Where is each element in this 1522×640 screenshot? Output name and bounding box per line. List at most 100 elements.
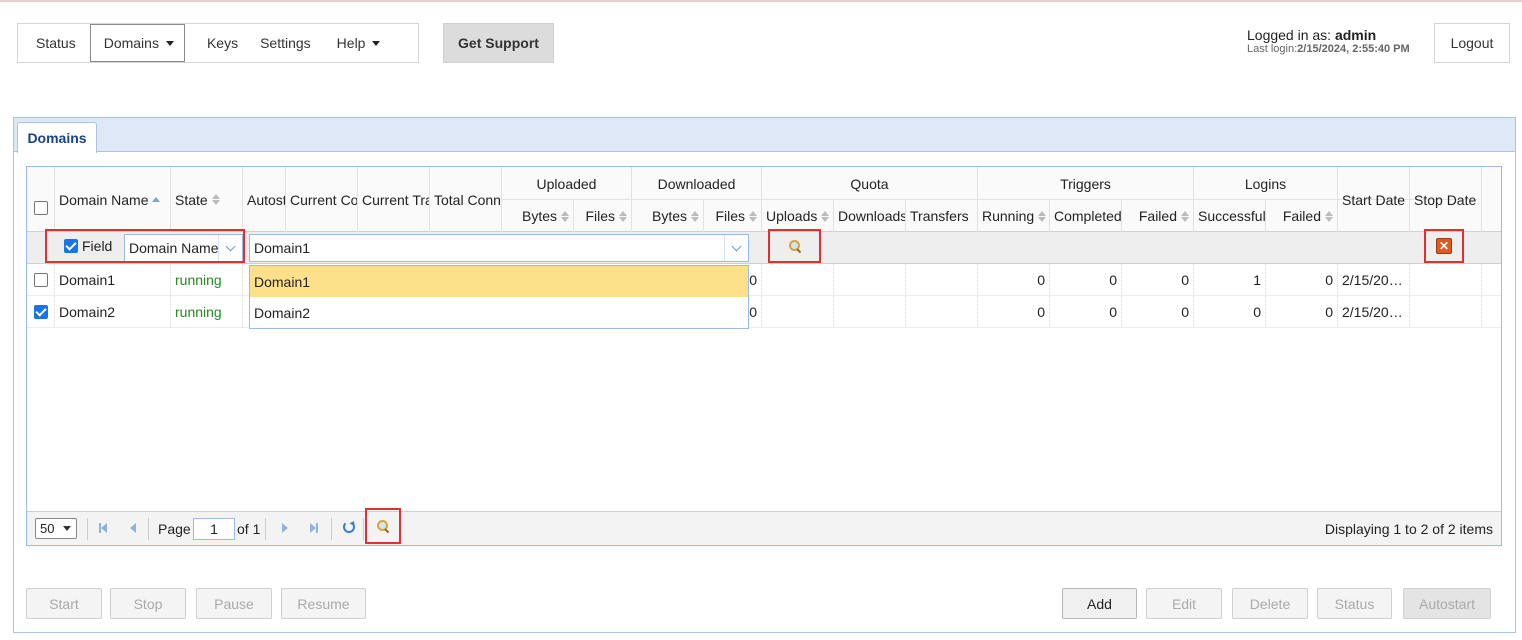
col-state[interactable]: State	[171, 167, 243, 232]
nav-help[interactable]: Help	[325, 24, 395, 62]
col-quota-transfers[interactable]: Transfers	[906, 200, 978, 232]
dropdown-option[interactable]: Domain2	[250, 297, 748, 328]
start-date-cell: 2/15/20…	[1338, 296, 1410, 327]
tab-strip: Domains	[14, 118, 1515, 153]
logout-button[interactable]: Logout	[1434, 23, 1510, 63]
search-toggle-button[interactable]	[365, 508, 401, 544]
group-downloaded: Downloaded	[632, 167, 762, 200]
filter-value-trigger[interactable]	[724, 235, 748, 261]
col-login-successful[interactable]: Successful	[1194, 200, 1266, 232]
filter-value-dropdown: Domain1 Domain2	[249, 265, 749, 329]
separator	[87, 518, 88, 540]
delete-button[interactable]: Delete	[1232, 588, 1308, 619]
nav-keys[interactable]: Keys	[185, 24, 260, 62]
next-page-icon	[282, 523, 288, 533]
sort-icon	[561, 210, 569, 222]
row-select-cell	[27, 264, 55, 295]
col-trig-failed-label: Failed	[1138, 208, 1177, 224]
quota-uploads-cell	[762, 296, 834, 327]
page-number-input[interactable]: 1	[193, 518, 235, 540]
last-page-button[interactable]	[307, 521, 321, 535]
col-current-transfers[interactable]: Current Tra	[358, 167, 430, 232]
group-quota: Quota	[762, 167, 978, 200]
nav-domains[interactable]: Domains	[89, 24, 185, 62]
domains-panel: Domains Domain Name State Autost Current…	[13, 117, 1516, 633]
tab-domains[interactable]: Domains	[17, 122, 97, 153]
trig-completed-cell: 0	[1050, 264, 1122, 295]
stop-button[interactable]: Stop	[110, 588, 186, 619]
select-all-cell	[27, 167, 55, 232]
quota-downloads-cell	[834, 296, 906, 327]
search-icon	[788, 240, 801, 252]
col-domain-name[interactable]: Domain Name	[55, 167, 171, 232]
select-all-checkbox[interactable]	[33, 200, 48, 215]
trig-running-cell: 0	[978, 264, 1050, 295]
page-size-select[interactable]: 50	[35, 518, 77, 539]
paging-toolbar: 50 Page 1 of 1 Displaying 1 to 2 of 2 it…	[27, 508, 1501, 545]
last-login-label: Last login:	[1247, 43, 1298, 55]
nav-domains-label: Domains	[103, 35, 159, 51]
row-checkbox[interactable]	[34, 272, 48, 287]
dropdown-option[interactable]: Domain1	[250, 266, 748, 297]
page-label: Page	[158, 521, 191, 537]
col-current-connections[interactable]: Current Co	[286, 167, 358, 232]
group-triggers: Triggers	[978, 167, 1194, 200]
col-trig-completed[interactable]: Completed	[1050, 200, 1122, 232]
col-stop-date[interactable]: Stop Date	[1410, 167, 1482, 232]
sort-icon	[749, 210, 757, 222]
col-autostart[interactable]: Autost	[243, 167, 286, 232]
edit-button[interactable]: Edit	[1146, 588, 1222, 619]
first-page-button[interactable]	[96, 521, 110, 535]
grid-header: Domain Name State Autost Current Co Curr…	[27, 167, 1501, 232]
next-page-button[interactable]	[278, 521, 292, 535]
paging-display-info: Displaying 1 to 2 of 2 items	[1324, 521, 1493, 537]
refresh-icon[interactable]	[343, 521, 355, 533]
col-up-files-label: Files	[585, 208, 615, 224]
col-quota-uploads[interactable]: Uploads	[762, 200, 834, 232]
login-successful-cell: 0	[1194, 296, 1266, 327]
top-border	[0, 0, 1522, 2]
col-trig-failed[interactable]: Failed	[1122, 200, 1194, 232]
nav-settings[interactable]: Settings	[260, 24, 325, 62]
group-uploaded: Uploaded	[502, 167, 632, 200]
separator	[331, 518, 332, 540]
clear-filter-button[interactable]: ✕	[1424, 229, 1464, 263]
col-quota-downloads[interactable]: Downloads	[834, 200, 906, 232]
domains-grid: Domain Name State Autost Current Co Curr…	[26, 166, 1502, 546]
col-trig-running[interactable]: Running	[978, 200, 1050, 232]
login-failed-cell: 0	[1266, 264, 1338, 295]
filter-value-input[interactable]: Domain1	[249, 234, 749, 262]
col-domain-name-label: Domain Name	[59, 191, 149, 208]
chevron-down-icon	[63, 526, 71, 531]
down-files-cell: 0	[749, 264, 762, 295]
filter-search-button[interactable]	[768, 229, 821, 263]
col-up-files[interactable]: Files	[574, 200, 632, 232]
separator	[265, 518, 266, 540]
last-login-value: 2/15/2024, 2:55:40 PM	[1297, 43, 1410, 55]
col-start-date[interactable]: Start Date	[1338, 167, 1410, 232]
sort-icon	[1325, 210, 1333, 222]
row-checkbox[interactable]	[34, 304, 48, 319]
nav-status[interactable]: Status	[18, 24, 90, 62]
col-login-failed[interactable]: Failed	[1266, 200, 1338, 232]
separator	[148, 518, 149, 540]
page-count-label: of 1	[237, 521, 261, 537]
logged-in-label: Logged in as:	[1247, 27, 1332, 43]
trig-failed-cell: 0	[1122, 264, 1194, 295]
sort-icon	[691, 210, 699, 222]
col-quota-uploads-label: Uploads	[766, 208, 818, 224]
resume-button[interactable]: Resume	[281, 588, 366, 619]
get-support-button[interactable]: Get Support	[443, 23, 554, 63]
start-button[interactable]: Start	[26, 588, 102, 619]
col-up-bytes[interactable]: Bytes	[502, 200, 574, 232]
autostart-button[interactable]: Autostart	[1403, 588, 1491, 619]
username: admin	[1334, 27, 1377, 43]
add-button[interactable]: Add	[1062, 588, 1137, 619]
col-down-files[interactable]: Files	[704, 200, 762, 232]
pause-button[interactable]: Pause	[196, 588, 272, 619]
col-total-connections[interactable]: Total Conn	[430, 167, 502, 232]
chevron-down-icon	[731, 241, 742, 251]
prev-page-button[interactable]	[126, 521, 140, 535]
status-button[interactable]: Status	[1317, 588, 1392, 619]
col-down-bytes[interactable]: Bytes	[632, 200, 704, 232]
